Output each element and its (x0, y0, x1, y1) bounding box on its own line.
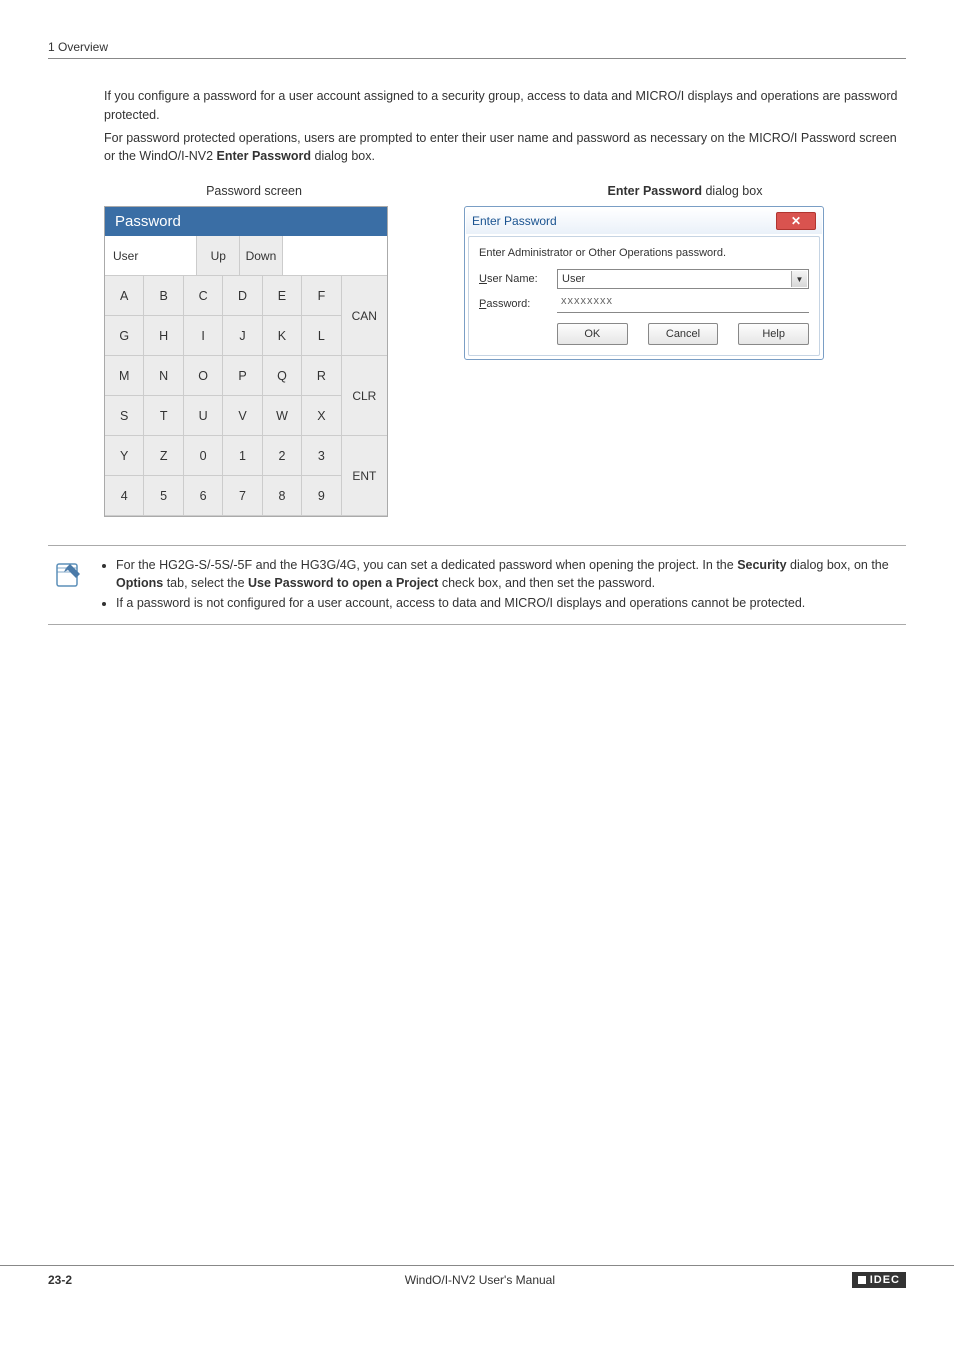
key-o[interactable]: O (184, 356, 223, 396)
key-j[interactable]: J (223, 316, 262, 356)
user-display: User (105, 236, 197, 276)
key-3[interactable]: 3 (302, 436, 341, 476)
key-e[interactable]: E (263, 276, 302, 316)
down-button[interactable]: Down (240, 236, 283, 276)
intro-p1: If you configure a password for a user a… (104, 87, 906, 125)
key-b[interactable]: B (144, 276, 183, 316)
caption-password-screen: Password screen (104, 184, 404, 198)
password-label: Password: (479, 298, 551, 310)
logo-square-icon (858, 1276, 866, 1284)
ok-button[interactable]: OK (557, 323, 628, 345)
password-input[interactable]: xxxxxxxx (557, 295, 809, 313)
footer-page-number: 23-2 (48, 1273, 108, 1287)
key-l[interactable]: L (302, 316, 341, 356)
footer-logo: IDEC (852, 1272, 906, 1288)
key-i[interactable]: I (184, 316, 223, 356)
key-v[interactable]: V (223, 396, 262, 436)
up-button[interactable]: Up (197, 236, 240, 276)
note-b1-mid1: dialog box, on the (787, 558, 889, 572)
help-button[interactable]: Help (738, 323, 809, 345)
note-bullet-1: For the HG2G-S/-5S/-5F and the HG3G/4G, … (116, 556, 898, 592)
intro-text: If you configure a password for a user a… (104, 87, 906, 166)
clr-button[interactable]: CLR (342, 356, 387, 436)
note-bullet-2: If a password is not configured for a us… (116, 594, 898, 612)
caption-enter-password-post: dialog box (702, 184, 762, 198)
enter-password-dialog: Enter Password ✕ Enter Administrator or … (464, 206, 824, 360)
user-name-label: User Name: (479, 273, 551, 285)
key-n[interactable]: N (144, 356, 183, 396)
key-r[interactable]: R (302, 356, 341, 396)
dialog-title: Enter Password (472, 214, 557, 228)
intro-p2-bold: Enter Password (217, 149, 311, 163)
key-w[interactable]: W (263, 396, 302, 436)
key-s[interactable]: S (105, 396, 144, 436)
page-header: 1 Overview (48, 40, 906, 59)
key-c[interactable]: C (184, 276, 223, 316)
key-5[interactable]: 5 (144, 476, 183, 516)
key-y[interactable]: Y (105, 436, 144, 476)
caption-enter-password-bold: Enter Password (608, 184, 702, 198)
user-name-value: User (562, 273, 585, 285)
key-a[interactable]: A (105, 276, 144, 316)
key-d[interactable]: D (223, 276, 262, 316)
note-b1-b1: Security (737, 558, 786, 572)
key-2[interactable]: 2 (263, 436, 302, 476)
key-q[interactable]: Q (263, 356, 302, 396)
key-f[interactable]: F (302, 276, 341, 316)
key-m[interactable]: M (105, 356, 144, 396)
intro-p2: For password protected operations, users… (104, 129, 906, 167)
intro-p2-post: dialog box. (311, 149, 375, 163)
caption-enter-password: Enter Password dialog box (464, 184, 906, 198)
password-blank-area (283, 236, 387, 276)
note-b1-mid2: tab, select the (163, 576, 248, 590)
note-body: For the HG2G-S/-5S/-5F and the HG3G/4G, … (100, 556, 898, 614)
can-button[interactable]: CAN (342, 276, 387, 356)
note-b1-post: check box, and then set the password. (438, 576, 655, 590)
key-x[interactable]: X (302, 396, 341, 436)
key-g[interactable]: G (105, 316, 144, 356)
note-b1-pre: For the HG2G-S/-5S/-5F and the HG3G/4G, … (116, 558, 737, 572)
key-k[interactable]: K (263, 316, 302, 356)
key-u[interactable]: U (184, 396, 223, 436)
ent-button[interactable]: ENT (342, 436, 387, 516)
footer-logo-text: IDEC (870, 1274, 900, 1286)
key-t[interactable]: T (144, 396, 183, 436)
key-1[interactable]: 1 (223, 436, 262, 476)
key-7[interactable]: 7 (223, 476, 262, 516)
user-name-dropdown[interactable]: User ▼ (557, 269, 809, 289)
note-b1-b3: Use Password to open a Project (248, 576, 438, 590)
dropdown-arrow-icon: ▼ (791, 271, 807, 287)
key-h[interactable]: H (144, 316, 183, 356)
key-4[interactable]: 4 (105, 476, 144, 516)
note-icon (52, 558, 84, 590)
key-8[interactable]: 8 (263, 476, 302, 516)
footer-title: WindO/I-NV2 User's Manual (108, 1273, 852, 1287)
key-9[interactable]: 9 (302, 476, 341, 516)
close-icon: ✕ (791, 214, 801, 228)
key-6[interactable]: 6 (184, 476, 223, 516)
key-z[interactable]: Z (144, 436, 183, 476)
password-screen-title: Password (105, 207, 387, 236)
key-p[interactable]: P (223, 356, 262, 396)
cancel-button[interactable]: Cancel (648, 323, 719, 345)
key-0[interactable]: 0 (184, 436, 223, 476)
close-button[interactable]: ✕ (776, 212, 816, 230)
dialog-message: Enter Administrator or Other Operations … (479, 247, 809, 259)
password-screen: Password User Up Down A B C D (104, 206, 388, 517)
note-b1-b2: Options (116, 576, 163, 590)
